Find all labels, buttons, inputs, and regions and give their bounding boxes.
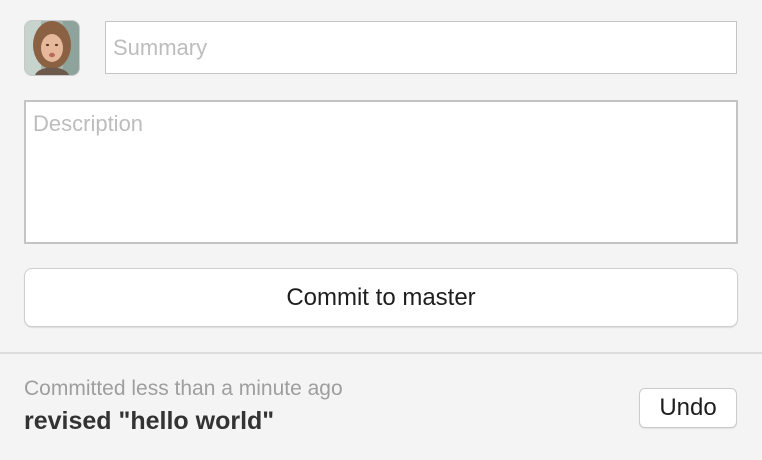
undo-button[interactable]: Undo [639, 388, 737, 428]
commit-button-label: Commit to master [286, 283, 476, 311]
user-avatar-icon [25, 21, 79, 75]
summary-input[interactable] [105, 21, 737, 74]
description-textarea[interactable] [24, 100, 738, 244]
avatar [24, 20, 80, 76]
divider [0, 352, 762, 354]
undo-button-label: Undo [659, 394, 717, 421]
commit-button[interactable]: Commit to master [24, 268, 738, 327]
last-commit-time: Committed less than a minute ago [24, 377, 343, 400]
last-commit-message: revised "hello world" [24, 407, 275, 435]
